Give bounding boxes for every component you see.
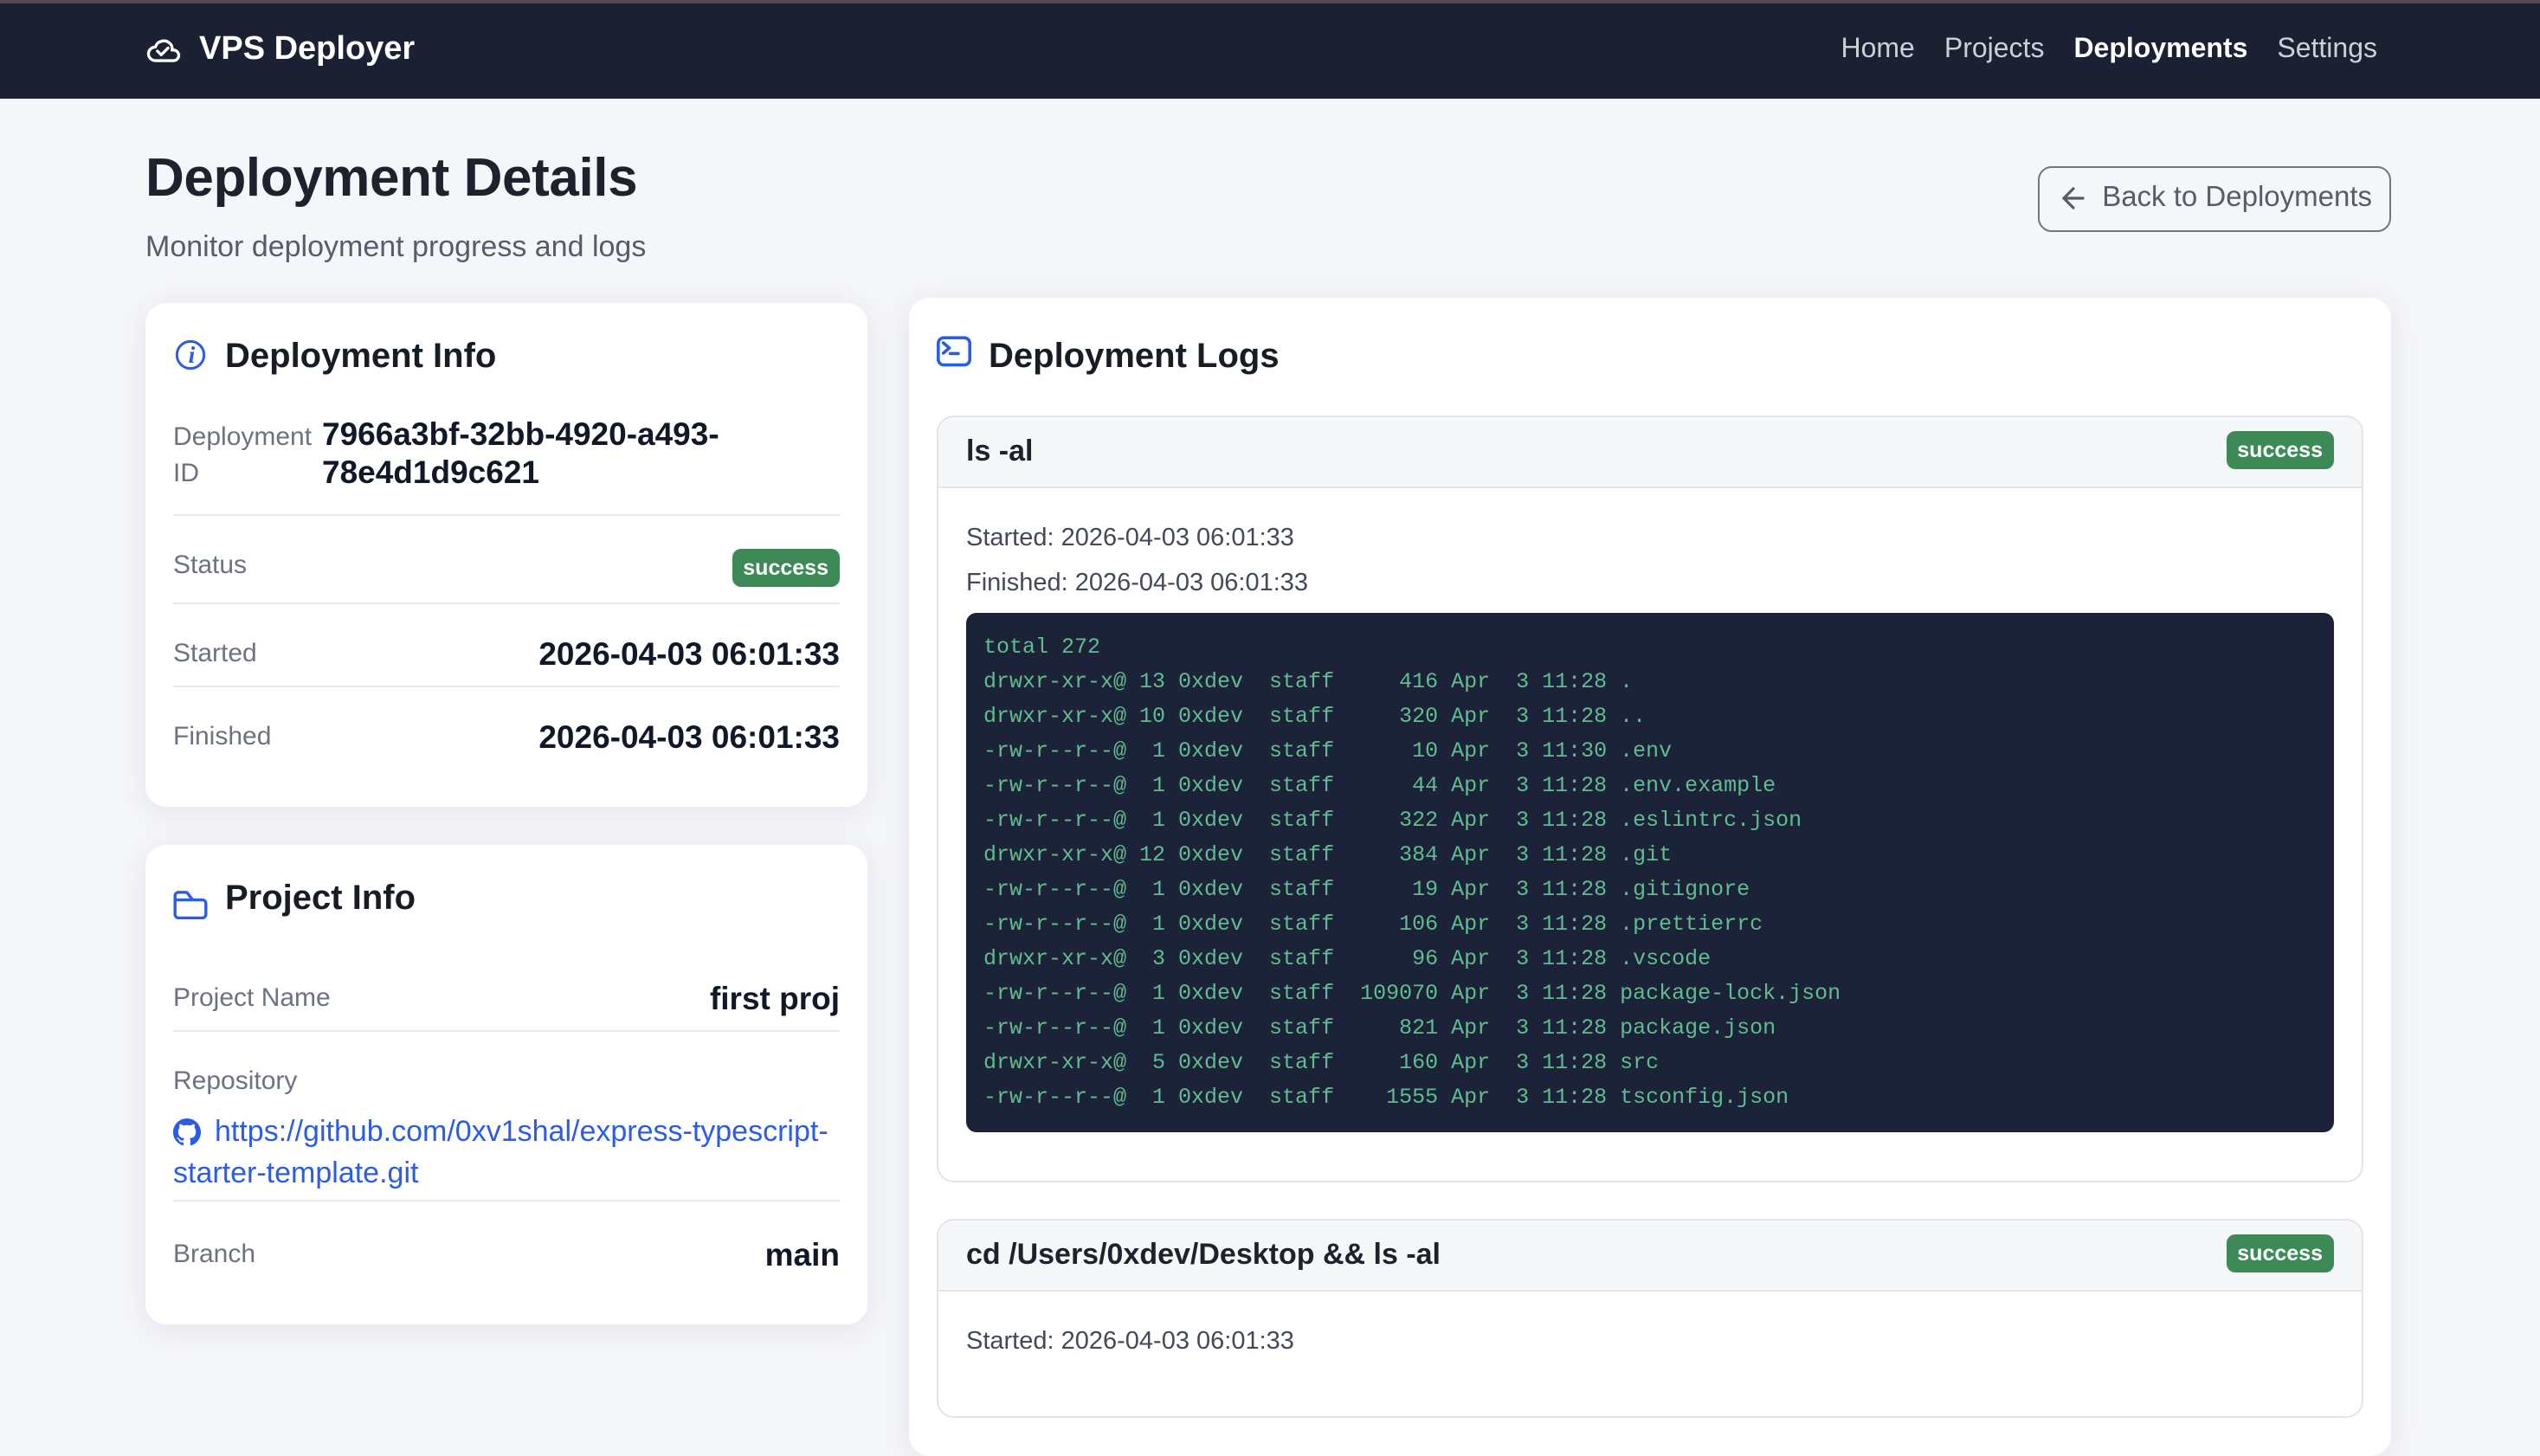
svg-text:i: i [189,340,196,367]
